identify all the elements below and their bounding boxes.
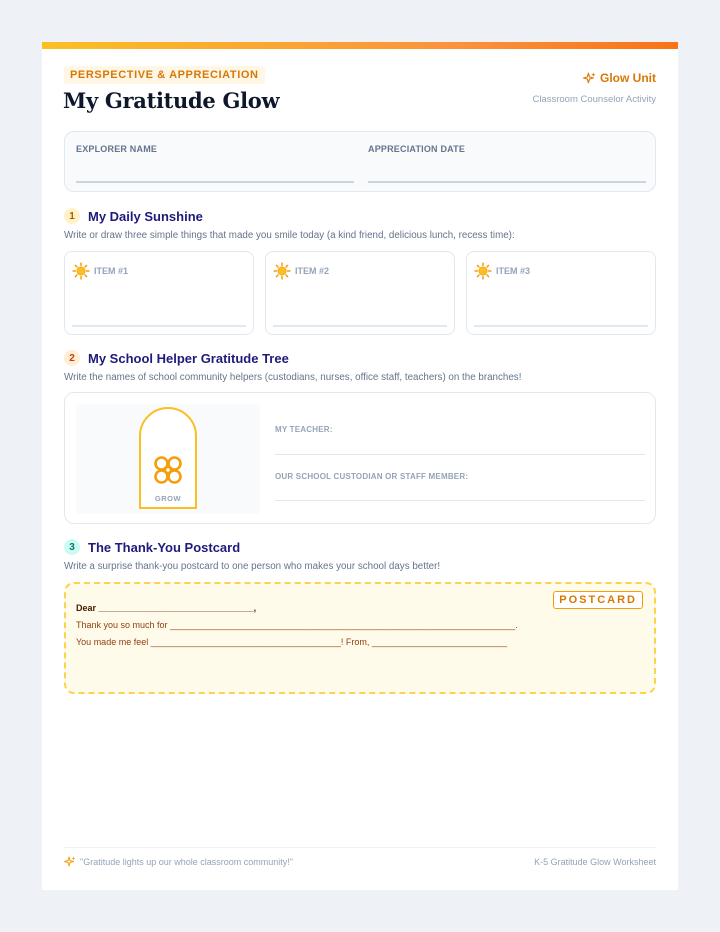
gratitude-tree-box: GROW MY TEACHER: OUR SCHOOL CUSTODIAN OR…: [64, 392, 656, 524]
worksheet-page: PERSPECTIVE & APPRECIATION My Gratitude …: [42, 42, 678, 890]
sun-icon: [72, 262, 90, 280]
helper-teacher-label: MY TEACHER:: [275, 425, 333, 434]
sun-icon: [273, 262, 291, 280]
item-writing-line: [273, 325, 447, 327]
tree-illustration-panel: GROW: [76, 404, 260, 514]
item-label: ITEM #2: [295, 266, 330, 276]
top-accent-bar: [42, 42, 678, 49]
sparkle-icon: [583, 72, 596, 83]
sunshine-item-2[interactable]: ITEM #2: [265, 251, 455, 335]
explorer-name-label: EXPLORER NAME: [76, 144, 158, 154]
explorer-name-field[interactable]: EXPLORER NAME: [76, 144, 354, 183]
sparkle-icon: [64, 856, 76, 867]
footer-divider: [64, 847, 656, 848]
sun-icon: [474, 262, 492, 280]
thank-you-postcard[interactable]: POSTCARD Dear __________________________…: [64, 582, 656, 694]
section-3-title: The Thank-You Postcard: [88, 539, 241, 555]
section-1-header: 1 My Daily Sunshine: [64, 208, 203, 224]
footer-worksheet-name: K-5 Gratitude Glow Worksheet: [534, 857, 656, 867]
explorer-name-line: [76, 181, 354, 183]
footer-quote: "Gratitude lights up our whole classroom…: [64, 856, 293, 868]
section-3-number: 3: [64, 539, 80, 555]
section-2-header: 2 My School Helper Gratitude Tree: [64, 350, 289, 366]
item-writing-line: [474, 325, 648, 327]
item-label: ITEM #3: [496, 266, 531, 276]
helper-staff-line[interactable]: [275, 500, 645, 501]
section-1-description: Write or draw three simple things that m…: [64, 230, 515, 241]
item-writing-line: [72, 325, 246, 327]
section-2-number: 2: [64, 350, 80, 366]
section-3-description: Write a surprise thank-you postcard to o…: [64, 561, 441, 572]
item-label: ITEM #1: [94, 266, 129, 276]
helper-staff-label: OUR SCHOOL CUSTODIAN OR STAFF MEMBER:: [275, 472, 469, 481]
topic-tag: PERSPECTIVE & APPRECIATION: [64, 66, 265, 84]
student-info-box: EXPLORER NAME APPRECIATION DATE: [64, 131, 656, 192]
section-1-number: 1: [64, 208, 80, 224]
postcard-feel-line: You made me feel _______________________…: [76, 637, 508, 647]
helper-teacher-line[interactable]: [275, 454, 645, 455]
postcard-thanks-line: Thank you so much for __________________…: [76, 620, 518, 630]
postcard-stamp: POSTCARD: [553, 591, 643, 609]
sunshine-item-3[interactable]: ITEM #3: [466, 251, 656, 335]
unit-badge: Glow Unit: [583, 71, 656, 85]
appreciation-date-field[interactable]: APPRECIATION DATE: [368, 144, 646, 183]
appreciation-date-label: APPRECIATION DATE: [368, 144, 466, 154]
sunshine-item-1[interactable]: ITEM #1: [64, 251, 254, 335]
tree-grow-label: GROW: [154, 494, 182, 503]
postcard-dear-line: Dear _______________________________,: [76, 603, 257, 613]
appreciation-date-line: [368, 181, 646, 183]
page-subtitle: Classroom Counselor Activity: [532, 94, 656, 105]
section-1-title: My Daily Sunshine: [88, 208, 203, 224]
section-2-title: My School Helper Gratitude Tree: [88, 350, 289, 366]
unit-label: Glow Unit: [600, 71, 656, 85]
section-2-description: Write the names of school community help…: [64, 372, 522, 383]
section-3-header: 3 The Thank-You Postcard: [64, 539, 240, 555]
footer-quote-text: "Gratitude lights up our whole classroom…: [80, 857, 293, 867]
page-title: My Gratitude Glow: [63, 88, 280, 113]
